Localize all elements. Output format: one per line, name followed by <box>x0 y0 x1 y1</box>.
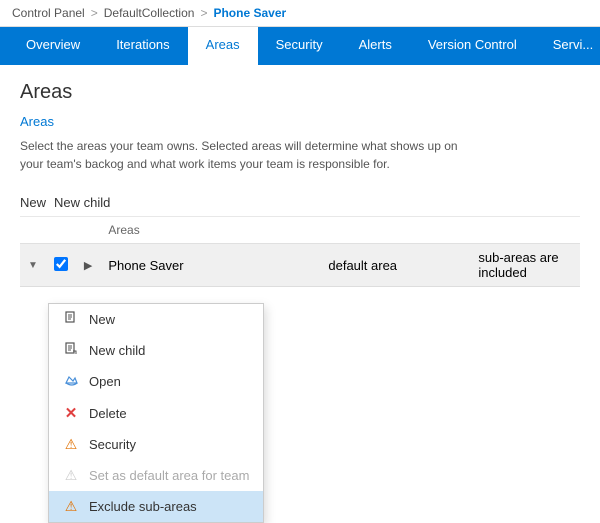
page-description: Select the areas your team owns. Selecte… <box>20 137 580 173</box>
tab-iterations[interactable]: Iterations <box>98 27 187 65</box>
col-default-header <box>320 217 470 244</box>
areas-table: Areas ▼ ▶ Phone Saver default area sub-a… <box>20 217 580 287</box>
col-areas-header: Areas <box>100 217 320 244</box>
new-child-button[interactable]: New child <box>54 195 110 210</box>
new-button[interactable]: New <box>20 195 46 210</box>
menu-item-security[interactable]: ⚠ Security <box>49 429 263 460</box>
col-subareas-header <box>470 217 580 244</box>
tab-version-control[interactable]: Version Control <box>410 27 535 65</box>
toolbar: New New child <box>20 189 580 217</box>
row-default: default area <box>320 244 470 287</box>
menu-security-label: Security <box>89 437 136 452</box>
tab-overview[interactable]: Overview <box>8 27 98 65</box>
areas-link[interactable]: Areas <box>20 114 580 129</box>
set-default-icon: ⚠ <box>63 467 79 484</box>
context-menu: New New child Open ✕ Delete ⚠ Security ⚠… <box>48 303 264 523</box>
menu-set-default-label: Set as default area for team <box>89 468 249 483</box>
menu-item-exclude[interactable]: ⚠ Exclude sub-areas <box>49 491 263 522</box>
col-icon-header <box>76 217 100 244</box>
open-icon <box>63 373 79 390</box>
menu-open-label: Open <box>89 374 121 389</box>
row-folder-icon: ▶ <box>76 244 100 287</box>
page-content: Areas Areas Select the areas your team o… <box>0 65 600 303</box>
menu-new-child-label: New child <box>89 343 145 358</box>
breadcrumb: Control Panel > DefaultCollection > Phon… <box>0 0 600 27</box>
menu-item-delete[interactable]: ✕ Delete <box>49 397 263 429</box>
page-title: Areas <box>20 81 580 104</box>
table-row[interactable]: ▼ ▶ Phone Saver default area sub-areas a… <box>20 244 580 287</box>
exclude-icon: ⚠ <box>63 498 79 515</box>
menu-exclude-label: Exclude sub-areas <box>89 499 197 514</box>
tab-security[interactable]: Security <box>258 27 341 65</box>
col-check-header <box>46 217 76 244</box>
new-child-icon <box>63 342 79 359</box>
menu-item-set-default: ⚠ Set as default area for team <box>49 460 263 491</box>
breadcrumb-sep2: > <box>200 6 207 20</box>
menu-new-label: New <box>89 312 115 327</box>
row-checkbox[interactable] <box>54 257 68 271</box>
menu-item-open[interactable]: Open <box>49 366 263 397</box>
tab-areas[interactable]: Areas <box>188 27 258 65</box>
tab-alerts[interactable]: Alerts <box>341 27 410 65</box>
new-icon <box>63 311 79 328</box>
breadcrumb-sep1: > <box>91 6 98 20</box>
menu-item-new-child[interactable]: New child <box>49 335 263 366</box>
breadcrumb-phone-saver[interactable]: Phone Saver <box>213 6 286 20</box>
nav-tabs: Overview Iterations Areas Security Alert… <box>0 27 600 65</box>
row-name: Phone Saver <box>100 244 320 287</box>
breadcrumb-control-panel[interactable]: Control Panel <box>12 6 85 20</box>
row-subareas: sub-areas are included <box>470 244 580 287</box>
menu-item-new[interactable]: New <box>49 304 263 335</box>
delete-icon: ✕ <box>63 404 79 422</box>
row-expand[interactable]: ▼ <box>20 244 46 287</box>
security-icon: ⚠ <box>63 436 79 453</box>
col-expand-header <box>20 217 46 244</box>
menu-delete-label: Delete <box>89 406 127 421</box>
row-checkbox-cell[interactable] <box>46 244 76 287</box>
breadcrumb-default-collection[interactable]: DefaultCollection <box>104 6 195 20</box>
tab-servi[interactable]: Servi... <box>535 27 600 65</box>
